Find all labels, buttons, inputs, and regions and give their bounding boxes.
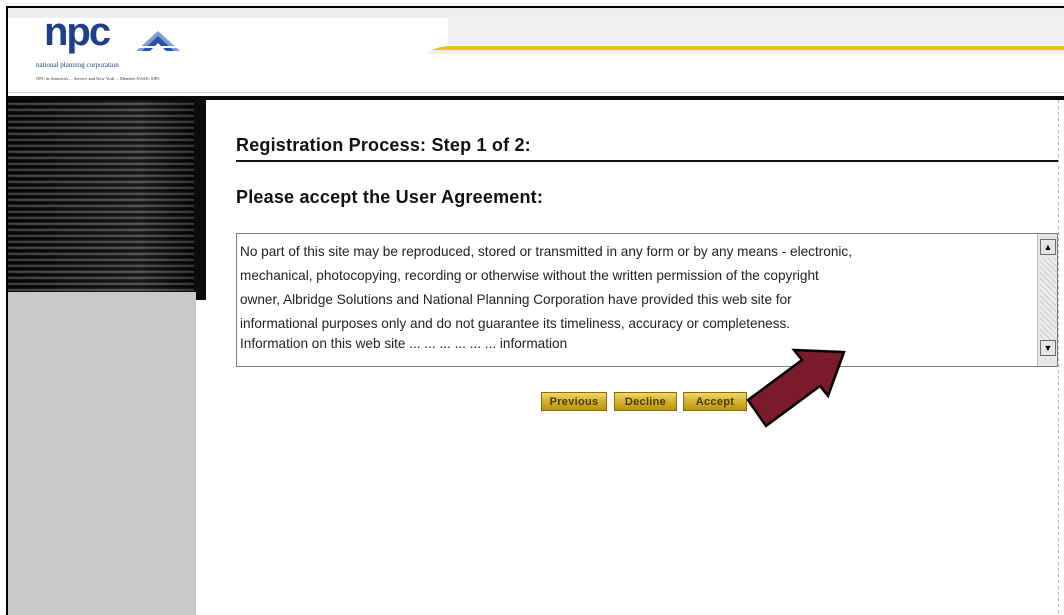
user-agreement-textarea[interactable]: No part of this site may be reproduced, … bbox=[236, 233, 1058, 367]
agreement-line: No part of this site may be reproduced, … bbox=[240, 244, 852, 259]
npc-logo[interactable]: npc national planning corporation NPC in… bbox=[22, 10, 180, 96]
logo-wordmark: npc bbox=[44, 10, 111, 54]
sidebar-edge bbox=[194, 100, 206, 300]
decline-button[interactable]: Decline bbox=[614, 392, 677, 411]
logo-tagline: national planning corporation bbox=[36, 61, 119, 69]
header-divider-light bbox=[8, 92, 1064, 93]
arrow-up-icon: ▲ bbox=[1043, 241, 1053, 252]
sidebar-light-panel bbox=[8, 292, 196, 615]
pointer-arrow-icon bbox=[746, 348, 846, 428]
header-yellow-stripe bbox=[428, 46, 1064, 50]
agreement-line: mechanical, photocopying, recording or o… bbox=[240, 268, 819, 283]
scroll-up-button[interactable]: ▲ bbox=[1040, 239, 1056, 255]
agreement-text: No part of this site may be reproduced, … bbox=[240, 240, 1030, 356]
logo-triangle-icon bbox=[136, 31, 180, 51]
site-header: npc national planning corporation NPC in… bbox=[8, 8, 1064, 100]
scroll-track[interactable] bbox=[1040, 258, 1056, 342]
agreement-line: owner, Albridge Solutions and National P… bbox=[240, 292, 792, 307]
logo-subline: NPC in America's ... Service and New Yor… bbox=[36, 76, 161, 81]
agreement-heading: Please accept the User Agreement: bbox=[236, 187, 544, 207]
previous-button[interactable]: Previous bbox=[541, 392, 607, 411]
scroll-down-button[interactable]: ▼ bbox=[1040, 340, 1056, 356]
arrow-down-icon: ▼ bbox=[1043, 342, 1053, 353]
agreement-scrollbar[interactable]: ▲ ▼ bbox=[1037, 234, 1057, 366]
title-divider bbox=[236, 160, 1058, 162]
header-curve-shape bbox=[388, 18, 448, 58]
page-title: Registration Process: Step 1 of 2: bbox=[236, 135, 531, 155]
sidebar-shade bbox=[8, 100, 196, 292]
page-right-edge bbox=[1058, 100, 1059, 615]
